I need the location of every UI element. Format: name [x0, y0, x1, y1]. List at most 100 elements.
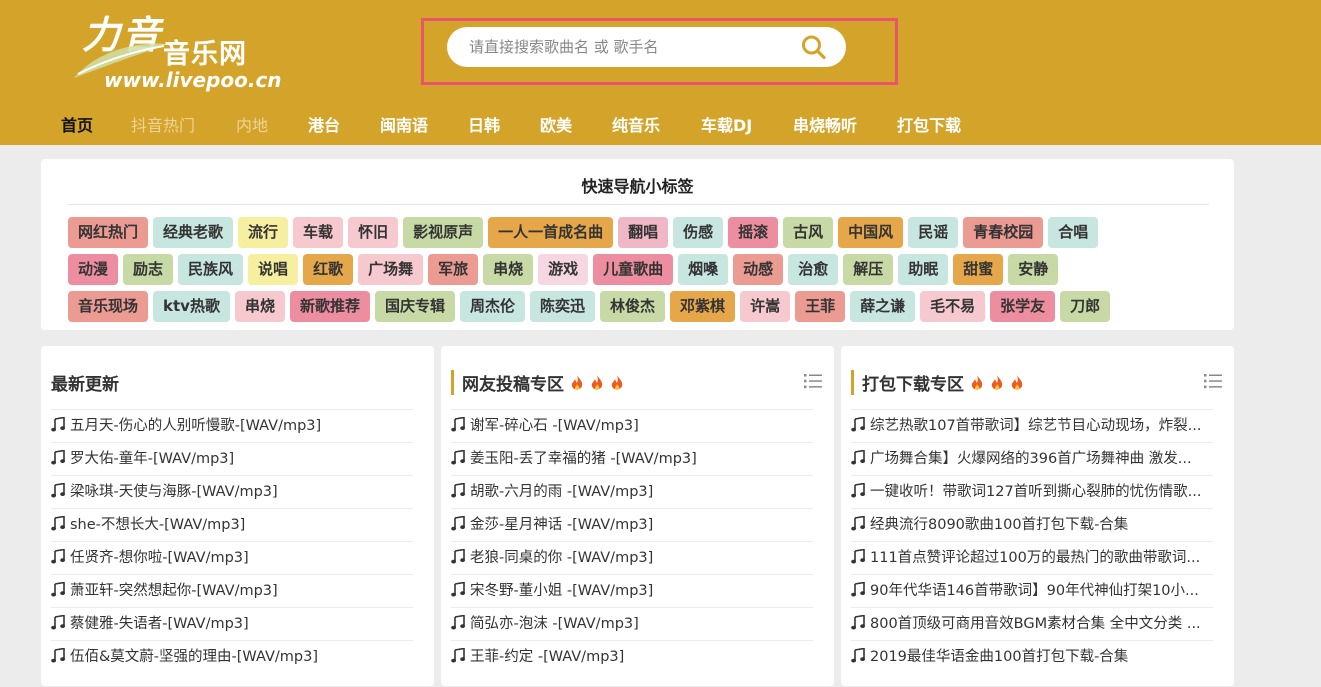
music-note-icon: [51, 483, 65, 498]
quick-tag[interactable]: 怀旧: [348, 217, 399, 248]
quick-tag[interactable]: 儿童歌曲: [593, 254, 674, 285]
list-item[interactable]: 2019最佳华语金曲100首打包下载-合集: [851, 640, 1213, 673]
music-note-icon: [51, 615, 65, 630]
nav-douyin-hot[interactable]: 抖音热门: [131, 112, 195, 136]
list-item[interactable]: 一键收听！带歌词127首听到撕心裂肺的忧伤情歌...: [851, 475, 1213, 508]
list-item[interactable]: 广场舞合集】火爆网络的396首广场舞神曲 激发...: [851, 442, 1213, 475]
quick-tag[interactable]: 青春校园: [963, 217, 1044, 248]
list-item-label: 萧亚轩-突然想起你-[WAV/mp3]: [70, 583, 278, 599]
quick-tag[interactable]: 张学友: [990, 291, 1056, 322]
nav-pure-music[interactable]: 纯音乐: [612, 112, 660, 136]
quick-tag[interactable]: 说唱: [248, 254, 299, 285]
list-item[interactable]: 金莎-星月神话 -[WAV/mp3]: [451, 508, 813, 541]
nav-medley[interactable]: 串烧畅听: [793, 112, 857, 136]
nav-home[interactable]: 首页: [61, 112, 93, 136]
list-item[interactable]: 90年代华语146首带歌词】90年代神仙打架10小...: [851, 574, 1213, 607]
quick-tag[interactable]: 王菲: [795, 291, 846, 322]
list-item[interactable]: 萧亚轩-突然想起你-[WAV/mp3]: [51, 574, 413, 607]
list-item[interactable]: she-不想长大-[WAV/mp3]: [51, 508, 413, 541]
quick-tag[interactable]: 安静: [1008, 254, 1059, 285]
list-item[interactable]: 王菲-约定 -[WAV/mp3]: [451, 640, 813, 673]
quick-tag[interactable]: 民族风: [178, 254, 244, 285]
quick-tag[interactable]: 军旅: [428, 254, 479, 285]
nav-minnan[interactable]: 闽南语: [380, 112, 428, 136]
list-item[interactable]: 简弘亦-泡沫 -[WAV/mp3]: [451, 607, 813, 640]
list-menu-icon[interactable]: [1204, 373, 1222, 389]
quick-tag[interactable]: 动感: [733, 254, 784, 285]
quick-tag[interactable]: 翻唱: [618, 217, 669, 248]
music-note-icon: [51, 450, 65, 465]
quick-tag[interactable]: 合唱: [1048, 217, 1099, 248]
quick-tag[interactable]: 经典老歌: [153, 217, 234, 248]
nav-western[interactable]: 欧美: [540, 112, 572, 136]
list-item[interactable]: 老狼-同桌的你 -[WAV/mp3]: [451, 541, 813, 574]
panel-title-wrap: 网友投稿专区: [451, 370, 624, 395]
list-item-label: 800首顶级可商用音效BGM素材合集 全中文分类 ...: [870, 616, 1201, 632]
list-item[interactable]: 伍佰&莫文蔚-坚强的理由-[WAV/mp3]: [51, 640, 413, 673]
quick-nav-card: 快速导航小标签 网红热门 经典老歌 流行 车载 怀旧 影视原声 一人一首成名曲 翻唱 伤感 摇滚古…: [41, 159, 1234, 330]
list-item[interactable]: 姜玉阳-丢了幸福的猪 -[WAV/mp3]: [451, 442, 813, 475]
logo-name: 音乐网: [163, 39, 247, 70]
quick-tag[interactable]: 许嵩: [740, 291, 791, 322]
quick-tag[interactable]: 串烧: [234, 291, 285, 322]
nav-jp-kr[interactable]: 日韩: [468, 112, 500, 136]
list-item[interactable]: 谢军-碎心石 -[WAV/mp3]: [451, 409, 813, 442]
list-item-label: she-不想长大-[WAV/mp3]: [70, 517, 246, 533]
quick-tag[interactable]: 摇滚: [728, 217, 779, 248]
list-item[interactable]: 胡歌-六月的雨 -[WAV/mp3]: [451, 475, 813, 508]
quick-tag[interactable]: 陈奕迅: [530, 291, 596, 322]
nav-bundle-download[interactable]: 打包下载: [897, 112, 961, 136]
list-item[interactable]: 五月天-伤心的人别听慢歌-[WAV/mp3]: [51, 409, 413, 442]
quick-tag[interactable]: 伤感: [673, 217, 724, 248]
logo-url: www.livepoo.cn: [104, 68, 282, 92]
list-item[interactable]: 任贤齐-想你啦-[WAV/mp3]: [51, 541, 413, 574]
quick-tag[interactable]: 影视原声: [403, 217, 484, 248]
nav-mainland[interactable]: 内地: [236, 112, 268, 136]
song-list: 五月天-伤心的人别听慢歌-[WAV/mp3] 罗大佑-童年-[WAV/mp3] 梁咏…: [51, 409, 413, 673]
site-logo[interactable]: 力音 音乐网 www.livepoo.cn: [70, 4, 300, 96]
quick-tag[interactable]: 励志: [123, 254, 174, 285]
quick-tag[interactable]: 音乐现场: [68, 291, 149, 322]
quick-tag[interactable]: 毛不易: [920, 291, 986, 322]
list-item[interactable]: 宋冬野-董小姐 -[WAV/mp3]: [451, 574, 813, 607]
list-item-label: 2019最佳华语金曲100首打包下载-合集: [870, 649, 1129, 665]
quick-tag[interactable]: 串烧: [483, 254, 534, 285]
list-item[interactable]: 蔡健雅-失语者-[WAV/mp3]: [51, 607, 413, 640]
quick-tag[interactable]: 流行: [238, 217, 289, 248]
quick-tag[interactable]: 国庆专辑: [374, 291, 455, 322]
quick-tag[interactable]: 红歌: [303, 254, 354, 285]
quick-tag[interactable]: 治愈: [788, 254, 839, 285]
quick-tag[interactable]: 一人一首成名曲: [488, 217, 614, 248]
quick-tag[interactable]: 林俊杰: [600, 291, 666, 322]
list-item[interactable]: 经典流行8090歌曲100首打包下载-合集: [851, 508, 1213, 541]
quick-tag[interactable]: 新歌推荐: [289, 291, 370, 322]
list-item[interactable]: 罗大佑-童年-[WAV/mp3]: [51, 442, 413, 475]
list-item[interactable]: 111首点赞评论超过100万的最热门的歌曲带歌词...: [851, 541, 1213, 574]
quick-tag[interactable]: 周杰伦: [460, 291, 526, 322]
list-menu-icon[interactable]: [804, 373, 822, 389]
quick-tag[interactable]: 中国风: [838, 217, 904, 248]
quick-tag[interactable]: 助眠: [898, 254, 949, 285]
music-note-icon: [851, 483, 865, 498]
quick-tag[interactable]: 古风: [783, 217, 834, 248]
quick-tag[interactable]: 解压: [843, 254, 894, 285]
nav-car-dj[interactable]: 车载DJ: [701, 112, 752, 136]
quick-tag[interactable]: 游戏: [538, 254, 589, 285]
list-item[interactable]: 梁咏琪-天使与海豚-[WAV/mp3]: [51, 475, 413, 508]
nav-hk-tw[interactable]: 港台: [308, 112, 340, 136]
quick-tag[interactable]: 网红热门: [68, 217, 149, 248]
quick-tag[interactable]: 甜蜜: [953, 254, 1004, 285]
quick-tag[interactable]: 烟嗓: [678, 254, 729, 285]
quick-tag[interactable]: 广场舞: [358, 254, 424, 285]
quick-tag[interactable]: 刀郎: [1060, 291, 1111, 322]
quick-tag[interactable]: 车载: [293, 217, 344, 248]
search-button[interactable]: [799, 33, 829, 61]
quick-tag[interactable]: 动漫: [68, 254, 119, 285]
search-input[interactable]: [469, 27, 789, 67]
quick-tag[interactable]: 民谣: [908, 217, 959, 248]
quick-tag[interactable]: ktv热歌: [153, 291, 230, 322]
list-item[interactable]: 800首顶级可商用音效BGM素材合集 全中文分类 ...: [851, 607, 1213, 640]
quick-tag[interactable]: 薛之谦: [850, 291, 916, 322]
quick-tag[interactable]: 邓紫棋: [670, 291, 736, 322]
list-item[interactable]: 综艺热歌107首带歌词】综艺节目心动现场，炸裂...: [851, 409, 1213, 442]
